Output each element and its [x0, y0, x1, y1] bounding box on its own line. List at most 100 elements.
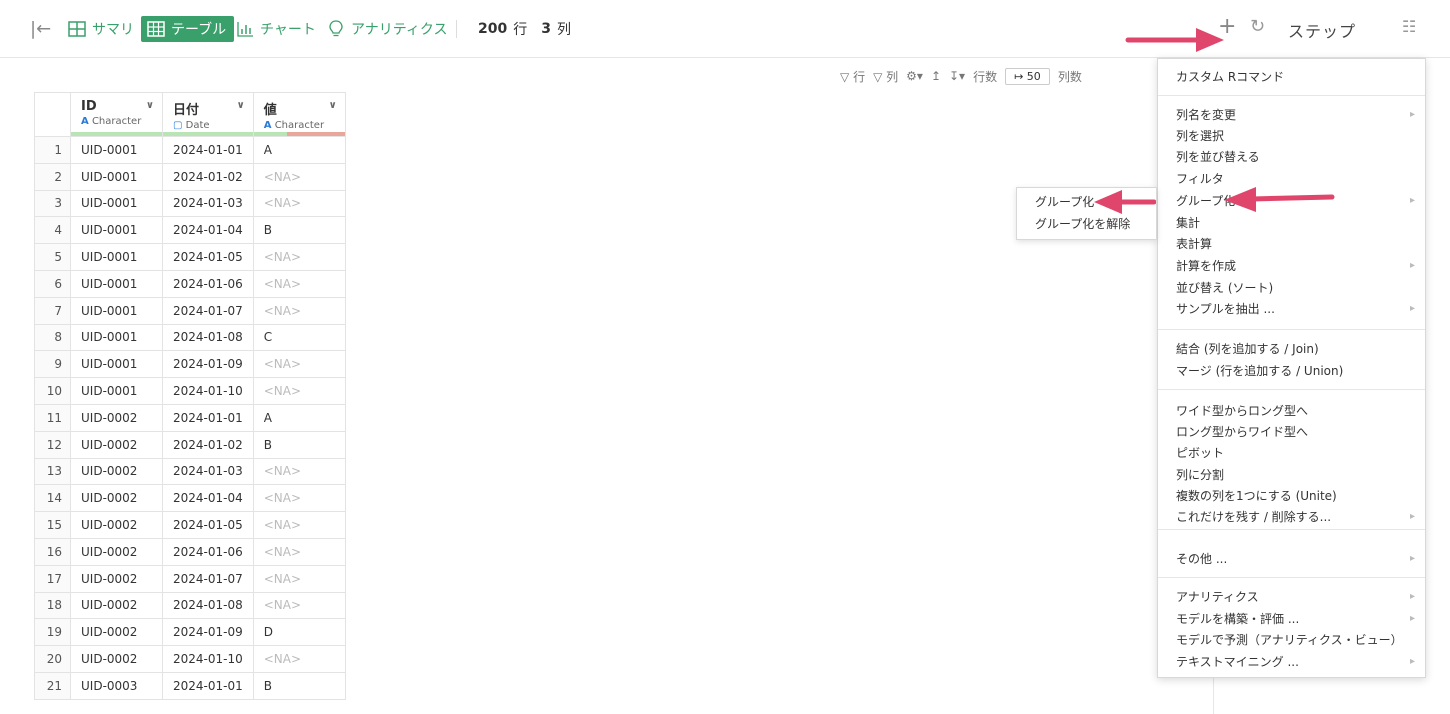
date-cell[interactable]: 2024-01-04: [162, 484, 254, 513]
menu-item[interactable]: 列を並び替える: [1176, 147, 1415, 167]
menu-item[interactable]: 列に分割: [1176, 465, 1415, 485]
id-cell[interactable]: UID-0001: [70, 136, 163, 164]
date-cell[interactable]: 2024-01-07: [162, 564, 254, 593]
id-cell[interactable]: UID-0001: [70, 162, 163, 191]
value-cell[interactable]: <NA>: [252, 564, 346, 593]
menu-item[interactable]: モデルを構築・評価 ... ▸: [1176, 609, 1415, 629]
tab-chart[interactable]: チャート: [236, 19, 316, 39]
value-cell[interactable]: A: [252, 403, 346, 432]
row-number-cell[interactable]: 5: [34, 243, 71, 271]
value-cell[interactable]: <NA>: [252, 645, 346, 673]
date-cell[interactable]: 2024-01-03: [162, 189, 254, 218]
gear-dropdown-button[interactable]: ⚙▾: [906, 69, 923, 83]
menu-item[interactable]: アナリティクス ▸: [1176, 587, 1415, 607]
id-cell[interactable]: UID-0001: [70, 296, 163, 325]
date-cell[interactable]: 2024-01-06: [162, 537, 254, 566]
date-cell[interactable]: 2024-01-01: [162, 136, 254, 164]
menu-item[interactable]: これだけを残す / 削除する... ▸: [1176, 507, 1415, 527]
menu-item[interactable]: テキストマイニング ... ▸: [1176, 652, 1415, 672]
row-number-cell[interactable]: 13: [34, 457, 71, 486]
row-number-cell[interactable]: 6: [34, 269, 71, 298]
date-cell[interactable]: 2024-01-01: [162, 671, 254, 700]
date-cell[interactable]: 2024-01-10: [162, 377, 254, 405]
id-cell[interactable]: UID-0002: [70, 537, 163, 566]
menu-item[interactable]: ワイド型からロング型へ: [1176, 401, 1415, 421]
row-number-cell[interactable]: 19: [34, 618, 71, 647]
collapse-sidebar-icon[interactable]: |←: [30, 19, 51, 40]
date-cell[interactable]: 2024-01-03: [162, 457, 254, 486]
menu-item[interactable]: 結合 (列を追加する / Join): [1176, 339, 1415, 359]
value-cell[interactable]: B: [252, 216, 346, 245]
id-cell[interactable]: UID-0002: [70, 430, 163, 459]
menu-item[interactable]: モデルで予測（アナリティクス・ビュー）: [1176, 630, 1415, 650]
menu-item[interactable]: ピボット: [1176, 443, 1415, 463]
value-cell[interactable]: <NA>: [252, 162, 346, 191]
value-cell[interactable]: A: [252, 136, 346, 164]
menu-item[interactable]: ロング型からワイド型へ: [1176, 422, 1415, 442]
date-cell[interactable]: 2024-01-05: [162, 511, 254, 539]
id-cell[interactable]: UID-0001: [70, 243, 163, 271]
row-number-cell[interactable]: 10: [34, 377, 71, 405]
id-cell[interactable]: UID-0002: [70, 511, 163, 539]
date-cell[interactable]: 2024-01-02: [162, 430, 254, 459]
value-cell[interactable]: <NA>: [252, 243, 346, 271]
id-cell[interactable]: UID-0002: [70, 403, 163, 432]
value-cell[interactable]: <NA>: [252, 269, 346, 298]
col-filter-button[interactable]: ▽ 列: [873, 68, 898, 85]
download-dropdown-icon[interactable]: ↧▾: [949, 69, 965, 83]
chevron-down-icon[interactable]: ∨: [329, 100, 337, 111]
id-cell[interactable]: UID-0001: [70, 216, 163, 245]
rows-input[interactable]: ↦ 50: [1005, 67, 1050, 85]
chevron-down-icon[interactable]: ∨: [237, 100, 245, 111]
date-cell[interactable]: 2024-01-08: [162, 591, 254, 620]
column-header-date[interactable]: 日付 ∨ ▢ Date: [162, 92, 254, 137]
tab-table[interactable]: テーブル: [141, 16, 235, 42]
date-cell[interactable]: 2024-01-04: [162, 216, 254, 245]
value-cell[interactable]: <NA>: [252, 457, 346, 486]
value-cell[interactable]: <NA>: [252, 350, 346, 379]
date-cell[interactable]: 2024-01-05: [162, 243, 254, 271]
date-cell[interactable]: 2024-01-10: [162, 645, 254, 673]
id-cell[interactable]: UID-0002: [70, 618, 163, 647]
menu-item[interactable]: サンプルを抽出 ... ▸: [1176, 299, 1415, 319]
row-number-cell[interactable]: 11: [34, 403, 71, 432]
menu-item[interactable]: 列名を変更 ▸: [1176, 105, 1415, 125]
value-cell[interactable]: B: [252, 430, 346, 459]
row-filter-button[interactable]: ▽ 行: [840, 68, 865, 85]
row-number-cell[interactable]: 14: [34, 484, 71, 513]
id-cell[interactable]: UID-0002: [70, 484, 163, 513]
submenu-item-group[interactable]: グループ化: [1035, 191, 1094, 213]
date-cell[interactable]: 2024-01-09: [162, 618, 254, 647]
id-cell[interactable]: UID-0001: [70, 323, 163, 352]
menu-item[interactable]: 計算を作成 ▸: [1176, 256, 1415, 276]
chevron-down-icon[interactable]: ∨: [146, 100, 154, 111]
row-number-cell[interactable]: 15: [34, 511, 71, 539]
menu-item[interactable]: 並び替え (ソート): [1176, 278, 1415, 298]
menu-item[interactable]: 複数の列を1つにする (Unite): [1176, 486, 1415, 506]
value-cell[interactable]: <NA>: [252, 511, 346, 539]
menu-item[interactable]: 集計: [1176, 213, 1415, 233]
menu-item[interactable]: 表計算: [1176, 234, 1415, 254]
id-cell[interactable]: UID-0002: [70, 457, 163, 486]
date-cell[interactable]: 2024-01-01: [162, 403, 254, 432]
column-header-id[interactable]: ID ∨ A Character: [70, 92, 163, 137]
id-cell[interactable]: UID-0002: [70, 645, 163, 673]
row-number-cell[interactable]: 4: [34, 216, 71, 245]
upload-icon[interactable]: ↥: [931, 69, 941, 83]
tab-summary[interactable]: サマリ: [68, 19, 134, 39]
submenu-item-ungroup[interactable]: グループ化を解除: [1035, 213, 1130, 235]
menu-item[interactable]: フィルタ: [1176, 169, 1415, 189]
menu-item[interactable]: その他 ... ▸: [1176, 549, 1415, 569]
value-cell[interactable]: <NA>: [252, 537, 346, 566]
date-cell[interactable]: 2024-01-07: [162, 296, 254, 325]
row-number-cell[interactable]: 17: [34, 564, 71, 593]
refresh-icon[interactable]: ↻: [1250, 16, 1265, 37]
value-cell[interactable]: <NA>: [252, 591, 346, 620]
row-number-cell[interactable]: 7: [34, 296, 71, 325]
row-number-cell[interactable]: 20: [34, 645, 71, 673]
row-number-cell[interactable]: 18: [34, 591, 71, 620]
id-cell[interactable]: UID-0002: [70, 591, 163, 620]
date-cell[interactable]: 2024-01-09: [162, 350, 254, 379]
id-cell[interactable]: UID-0001: [70, 269, 163, 298]
value-cell[interactable]: C: [252, 323, 346, 352]
